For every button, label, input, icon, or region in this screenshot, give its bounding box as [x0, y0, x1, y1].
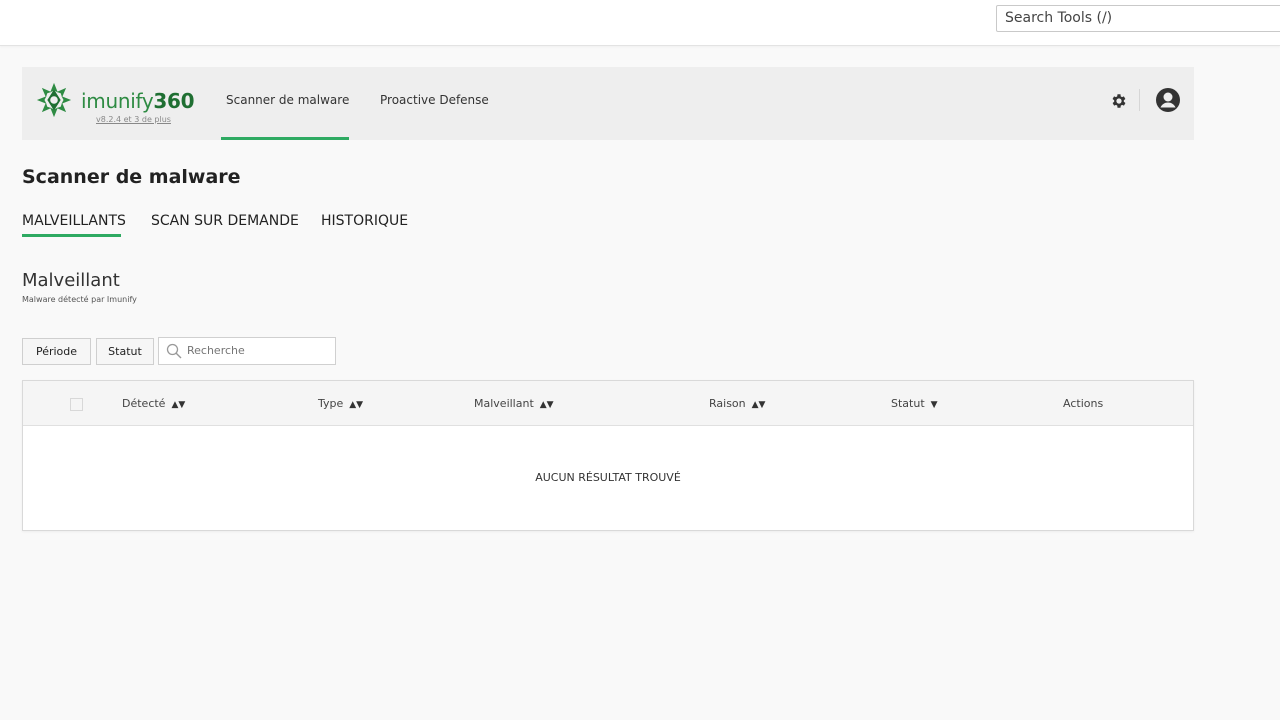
header-divider	[1139, 89, 1140, 111]
logo-wordmark: imunify360	[81, 89, 195, 113]
user-avatar-icon[interactable]	[1155, 87, 1181, 113]
nav-proactive-defense[interactable]: Proactive Defense	[380, 93, 489, 107]
column-header-raison[interactable]: Raison ▲▼	[709, 397, 765, 410]
table-header: Détecté ▲▼ Type ▲▼ Malveillant ▲▼ Raison ▲▼ …	[23, 381, 1193, 426]
column-label: Statut	[891, 397, 925, 410]
tab-historique[interactable]: HISTORIQUE	[321, 213, 408, 229]
search-icon	[166, 343, 182, 359]
empty-state-message: AUCUN RÉSULTAT TROUVÉ	[535, 471, 681, 484]
gear-icon[interactable]	[1110, 92, 1128, 110]
column-header-malveillant[interactable]: Malveillant ▲▼	[474, 397, 554, 410]
version-link[interactable]: v8.2.4 et 3 de plus	[96, 115, 171, 124]
page-title: Scanner de malware	[22, 166, 241, 188]
column-header-detecte[interactable]: Détecté ▲▼	[122, 397, 185, 410]
tab-malveillants[interactable]: MALVEILLANTS	[22, 213, 126, 229]
tab-scan-sur-demande[interactable]: SCAN SUR DEMANDE	[151, 213, 299, 229]
sort-both-icon: ▲▼	[751, 400, 766, 410]
sort-down-icon: ▼	[930, 400, 938, 410]
nav-active-indicator	[221, 137, 349, 140]
sort-both-icon: ▲▼	[349, 400, 364, 410]
section-title: Malveillant	[22, 270, 120, 291]
column-label: Raison	[709, 397, 746, 410]
column-label: Détecté	[122, 397, 166, 410]
malware-table: Détecté ▲▼ Type ▲▼ Malveillant ▲▼ Raison ▲▼ …	[22, 380, 1194, 531]
period-filter-button[interactable]: Période	[22, 338, 91, 365]
select-all-checkbox[interactable]	[70, 398, 83, 411]
column-header-statut[interactable]: Statut ▼	[891, 397, 938, 410]
column-header-actions: Actions	[1063, 397, 1104, 410]
search-tools-input[interactable]: Search Tools (/)	[996, 5, 1280, 32]
column-label: Malveillant	[474, 397, 534, 410]
status-filter-button[interactable]: Statut	[96, 338, 154, 365]
logo-name: imunify	[81, 89, 154, 113]
nav-scanner-de-malware[interactable]: Scanner de malware	[226, 93, 349, 107]
column-label: Type	[318, 397, 344, 410]
top-bar: Search Tools (/)	[0, 0, 1280, 46]
section-subtitle: Malware détecté par Imunify	[22, 295, 137, 304]
imunify-logo-icon	[36, 82, 72, 118]
search-input[interactable]	[187, 344, 327, 357]
tab-active-indicator	[22, 234, 121, 237]
app-header: imunify360 v8.2.4 et 3 de plus Scanner d…	[22, 67, 1194, 140]
sort-both-icon: ▲▼	[539, 400, 554, 410]
column-header-type[interactable]: Type ▲▼	[318, 397, 363, 410]
logo-number: 360	[153, 89, 195, 113]
sort-both-icon: ▲▼	[171, 400, 186, 410]
search-box[interactable]	[158, 337, 336, 365]
